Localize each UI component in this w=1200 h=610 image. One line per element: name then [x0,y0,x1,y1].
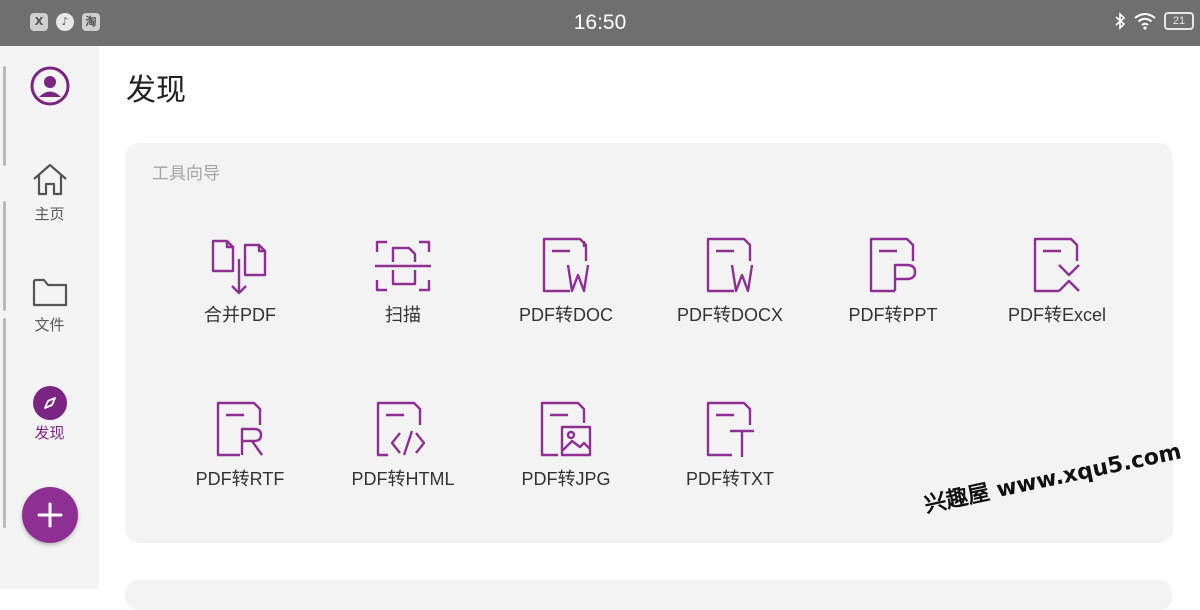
tool-pdf-to-txt[interactable]: PDF转TXT [655,395,805,491]
tool-pdf-to-rtf[interactable]: PDF转RTF [165,395,315,491]
page-title: 发现 [126,73,186,108]
bluetooth-icon [1115,12,1126,30]
tool-label: PDF转PPT [848,305,938,325]
sidebar-item-label: 文件 [34,316,65,334]
tool-merge-pdf[interactable]: 合并PDF [165,231,315,327]
sidebar-item-home[interactable]: 主页 [0,161,99,224]
tool-label: PDF转TXT [686,469,774,489]
status-bar: X ♪ 淘 16:50 21 [0,0,1200,46]
tool-label: PDF转JPG [521,469,611,489]
tool-label: PDF转RTF [195,469,285,489]
sidebar-item-label: 发现 [34,424,65,442]
tool-label: PDF转HTML [351,469,455,489]
pdf-to-docx-icon [706,237,754,293]
sidebar-item-files[interactable]: 文件 [0,276,99,335]
pdf-to-html-icon [376,401,426,457]
tool-label: 扫描 [385,305,421,325]
pdf-to-txt-icon [706,401,754,457]
section-title: 工具向导 [152,164,220,184]
merge-pdf-icon [211,239,267,295]
next-card [125,580,1173,610]
add-button[interactable] [22,487,78,543]
tool-label: PDF转DOC [519,305,613,325]
tool-scan[interactable]: 扫描 [328,231,478,327]
avatar-button[interactable] [0,66,99,110]
sidebar-item-label: 主页 [34,205,65,223]
home-icon [32,163,67,196]
scan-icon [375,240,431,292]
avatar-icon [30,66,69,106]
tool-pdf-to-docx[interactable]: PDF转DOCX [655,231,805,327]
pdf-to-excel-icon [1033,237,1080,293]
folder-icon [32,278,67,307]
tool-label: 合并PDF [204,305,276,325]
pdf-to-ppt-icon [869,237,917,293]
status-time: 16:50 [573,11,627,34]
tool-pdf-to-excel[interactable]: PDF转Excel [982,231,1132,327]
compass-icon [32,386,67,420]
sidebar-item-discover[interactable]: 发现 [0,386,99,443]
tool-pdf-to-ppt[interactable]: PDF转PPT [818,231,968,327]
pdf-to-jpg-icon [540,401,592,457]
pdf-to-doc-icon [542,237,590,293]
wifi-icon [1134,13,1156,30]
tool-label: PDF转DOCX [676,305,783,325]
tool-pdf-to-jpg[interactable]: PDF转JPG [491,395,641,491]
tool-pdf-to-doc[interactable]: PDF转DOC [491,231,641,327]
tool-pdf-to-html[interactable]: PDF转HTML [328,395,478,491]
pdf-to-rtf-icon [216,401,263,457]
tool-label: PDF转Excel [1007,305,1106,325]
battery-indicator: 21 [1164,12,1194,30]
plus-icon [37,502,63,528]
sidebar: 主页 文件 发现 [0,46,99,589]
